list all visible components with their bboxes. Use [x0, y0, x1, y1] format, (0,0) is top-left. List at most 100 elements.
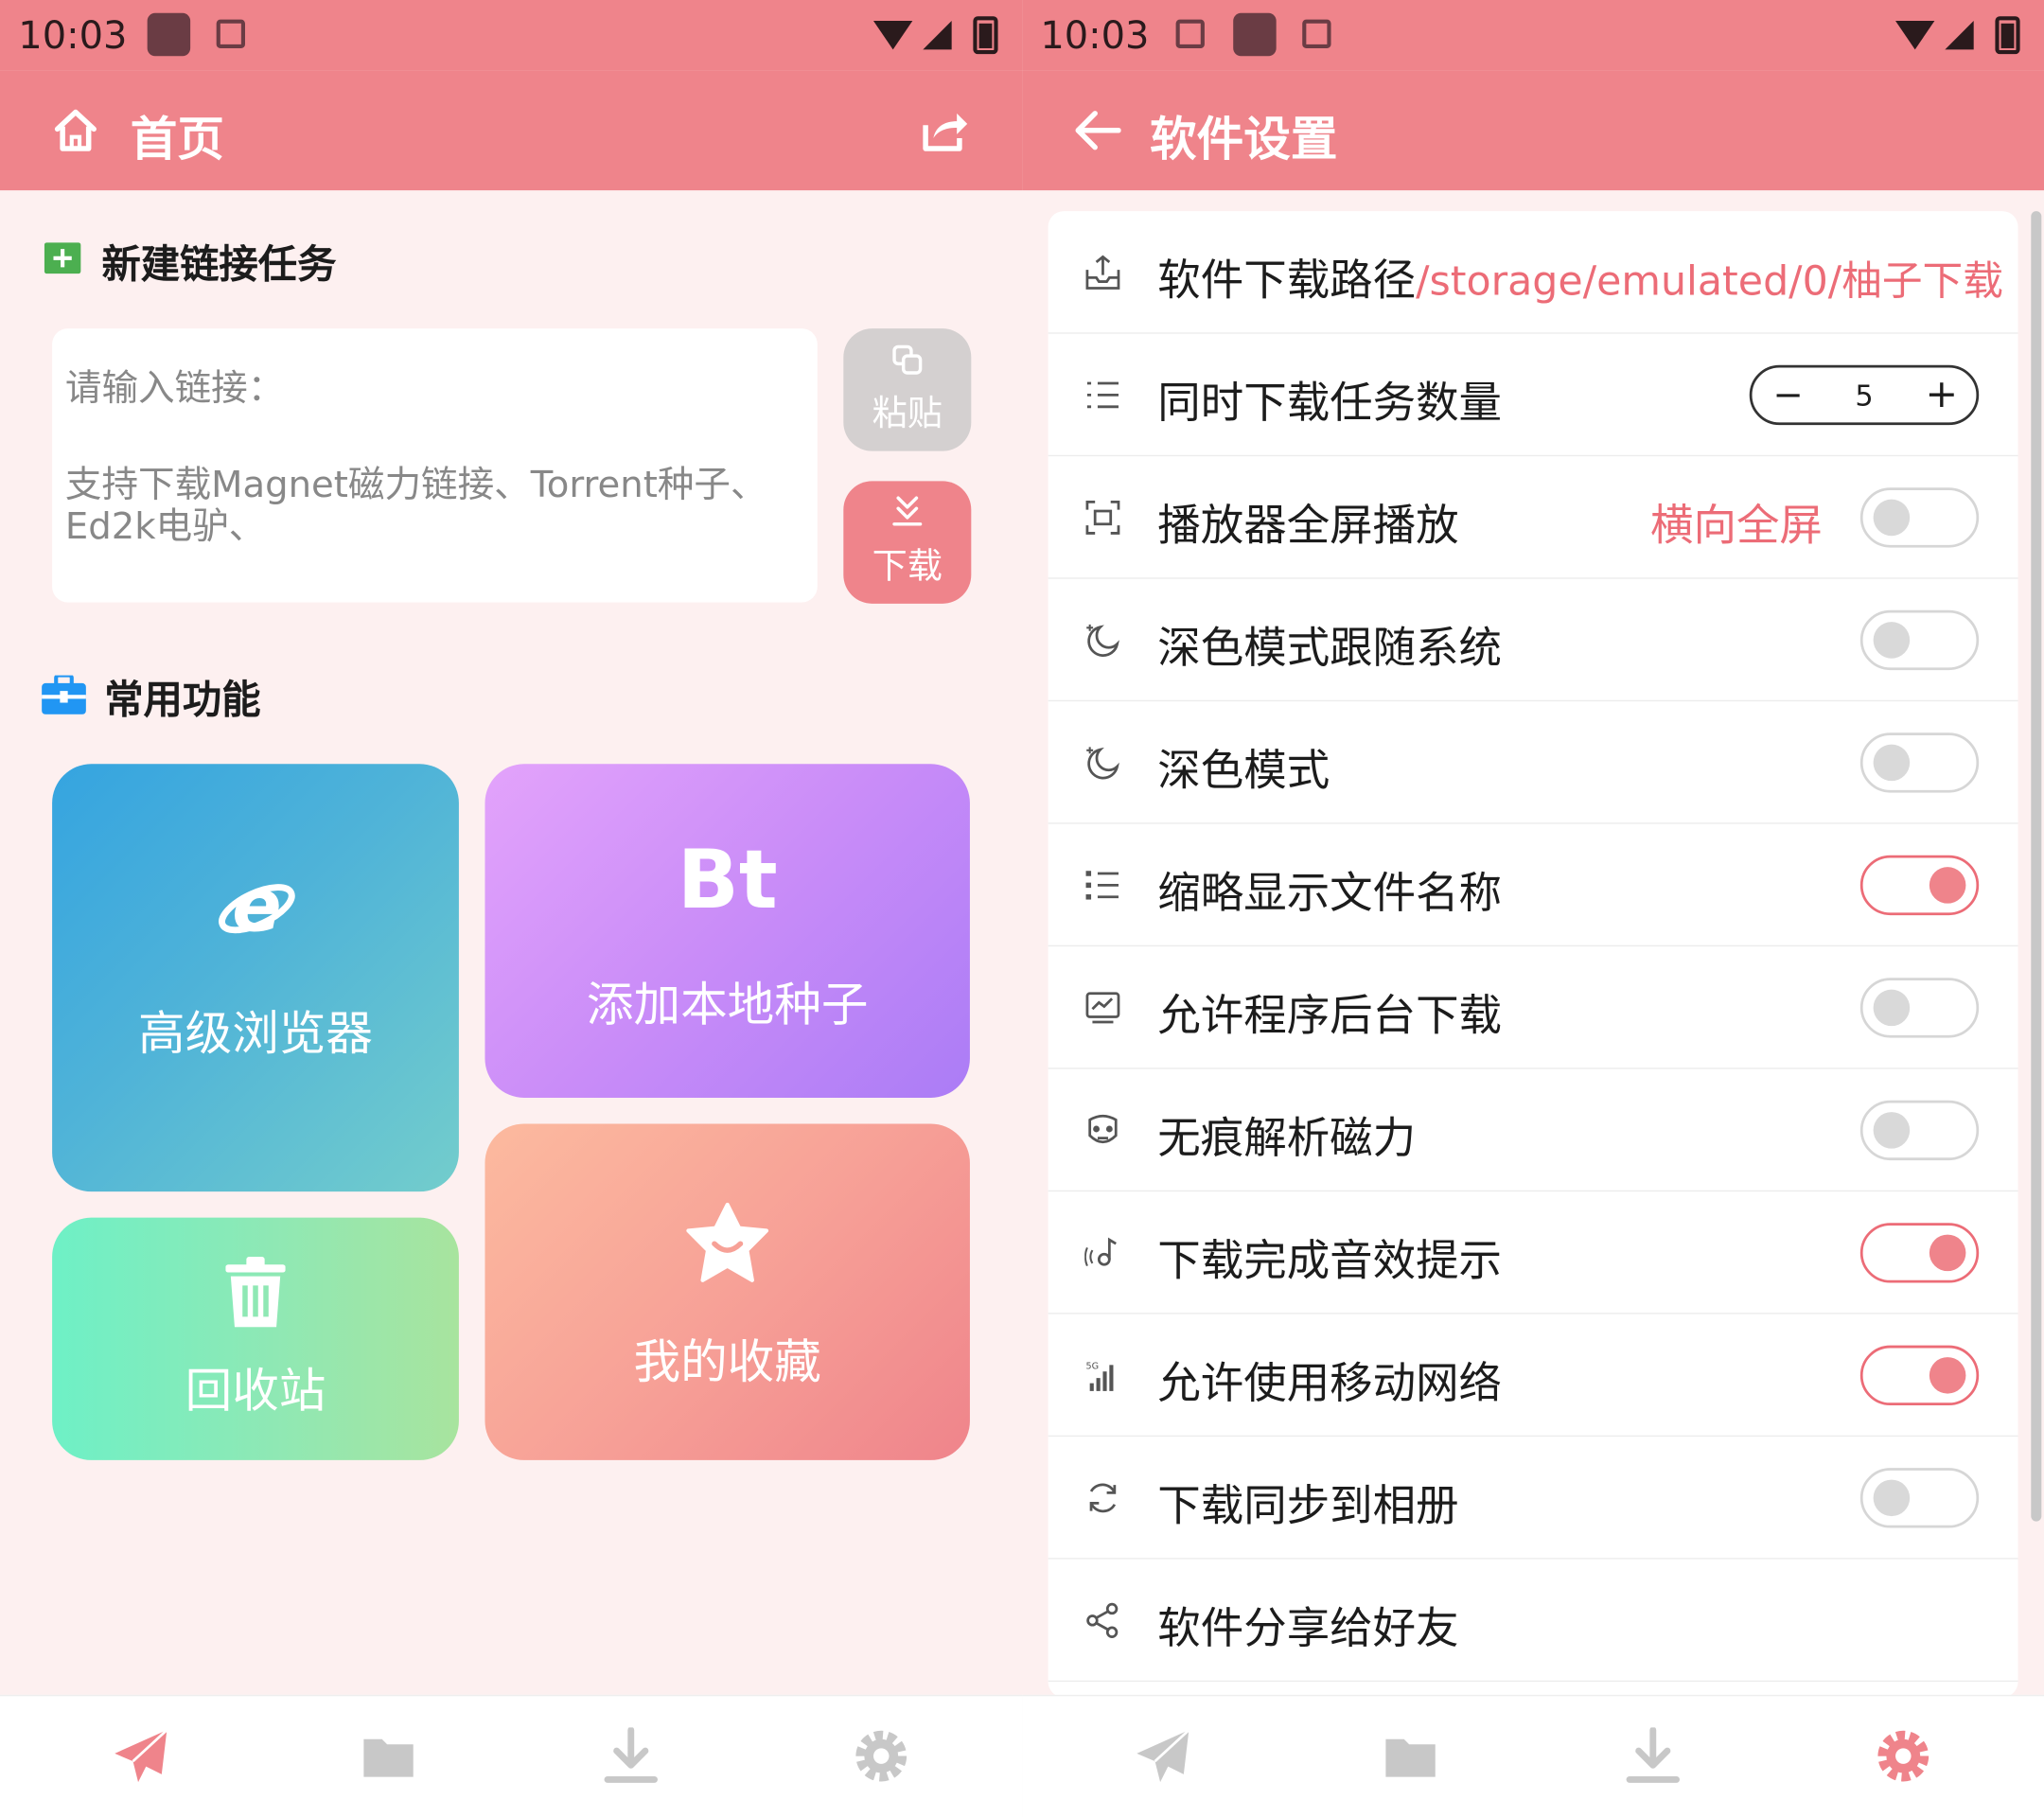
- concurrent-tasks-stepper: − 5 +: [1749, 364, 1980, 426]
- link-input[interactable]: 请输入链接： 支持下载Magnet磁力链接、Torrent种子、Ed2k电驴、: [52, 328, 818, 603]
- moon-icon: [1086, 624, 1119, 657]
- dark-mode-row: 深色模式: [1048, 701, 2018, 824]
- paste-label: 粘贴: [872, 394, 943, 434]
- paste-button[interactable]: 粘贴: [843, 328, 972, 451]
- short-filename-toggle[interactable]: [1859, 855, 1980, 916]
- notification-icon: [1233, 12, 1277, 57]
- background-download-toggle[interactable]: [1859, 978, 1980, 1038]
- toggle-knob: [1873, 499, 1911, 537]
- trash-icon: [225, 1257, 286, 1328]
- page-title: 首页: [130, 113, 224, 168]
- incognito-row: 无痕解析磁力: [1048, 1069, 2018, 1192]
- short-filename-label: 缩略显示文件名称: [1157, 867, 1502, 918]
- browser-icon: e: [219, 868, 295, 946]
- album-sync-row: 下载同步到相册: [1048, 1437, 2018, 1560]
- download-button[interactable]: 下载: [843, 481, 972, 604]
- star-icon: [686, 1202, 769, 1282]
- recycle-bin-tile[interactable]: 回收站: [52, 1217, 459, 1460]
- home-screen: 10:03 首页 新建链接任务 请输入链接： 支持下载Magnet磁力链接、To…: [0, 0, 1023, 1817]
- download-icon[interactable]: [1624, 1727, 1682, 1785]
- app-bar: 软件设置: [1022, 70, 2044, 191]
- app-bar: 首页: [0, 70, 1023, 191]
- dark-follow-system-toggle[interactable]: [1859, 609, 1980, 671]
- background-download-label: 允许程序后台下载: [1157, 989, 1502, 1041]
- keyboard-notification-icon: [216, 19, 245, 48]
- paste-icon: [892, 344, 923, 375]
- share-app-row[interactable]: 软件分享给好友: [1048, 1560, 2018, 1683]
- page-title: 软件设置: [1150, 113, 1338, 168]
- sound-row: 下载完成音效提示: [1048, 1191, 2018, 1314]
- fullscreen-row: 播放器全屏播放 横向全屏: [1048, 456, 2018, 579]
- status-bar: 10:03: [1022, 0, 2044, 71]
- album-sync-label: 下载同步到相册: [1157, 1479, 1459, 1531]
- toggle-knob: [1873, 1479, 1911, 1517]
- fullscreen-mode-value[interactable]: 横向全屏: [1650, 490, 1823, 553]
- scrollbar[interactable]: [2031, 211, 2042, 1522]
- share-nodes-icon: [1086, 1602, 1119, 1638]
- short-filename-row: 缩略显示文件名称: [1048, 824, 2018, 947]
- toolbox-icon: [42, 675, 86, 714]
- settings-icon[interactable]: [1875, 1727, 1932, 1785]
- download-label: 下载: [872, 546, 943, 587]
- status-bar: 10:03: [0, 0, 1023, 71]
- link-input-label: 请输入链接：: [64, 366, 285, 410]
- add-torrent-label: 添加本地种子: [586, 979, 869, 1033]
- download-folder-icon: [1085, 255, 1120, 290]
- incognito-toggle[interactable]: [1859, 1100, 1980, 1161]
- folder-icon[interactable]: [360, 1727, 417, 1785]
- increment-button[interactable]: +: [1926, 372, 1959, 417]
- toggle-knob: [1929, 1357, 1966, 1394]
- download-path-label: 软件下载路径: [1157, 254, 1417, 306]
- bottom-nav: [0, 1694, 1023, 1817]
- common-features-title: 常用功能: [104, 678, 261, 724]
- settings-screen: 10:03 软件设置 软件下载路径 /storage/emulated/0/柚子…: [1022, 0, 2044, 1817]
- link-input-hint: 支持下载Magnet磁力链接、Torrent种子、Ed2k电驴、: [64, 463, 767, 548]
- browser-tile[interactable]: e 高级浏览器: [52, 764, 459, 1192]
- download-path-value: /storage/emulated/0/柚子下载: [1416, 257, 2003, 306]
- favorites-label: 我的收藏: [633, 1336, 821, 1390]
- dark-follow-system-label: 深色模式跟随系统: [1157, 622, 1502, 673]
- share-icon[interactable]: [921, 107, 970, 154]
- sound-toggle[interactable]: [1859, 1223, 1980, 1283]
- add-task-icon: [44, 242, 81, 274]
- share-app-label: 软件分享给好友: [1157, 1602, 1459, 1653]
- bt-icon: Bt: [677, 831, 778, 927]
- concurrent-tasks-label: 同时下载任务数量: [1157, 377, 1502, 428]
- bullet-list-icon: [1085, 871, 1119, 900]
- sync-icon: [1089, 1483, 1117, 1513]
- toggle-knob: [1873, 622, 1911, 659]
- chart-monitor-icon: [1085, 992, 1120, 1024]
- download-path-row[interactable]: 软件下载路径 /storage/emulated/0/柚子下载: [1048, 211, 2018, 334]
- album-sync-toggle[interactable]: [1859, 1468, 1980, 1528]
- concurrent-tasks-row: 同时下载任务数量 − 5 +: [1048, 334, 2018, 457]
- dark-follow-system-row: 深色模式跟随系统: [1048, 579, 2018, 702]
- svg-text:e: e: [232, 868, 281, 946]
- browser-label: 高级浏览器: [138, 1007, 373, 1062]
- dark-mode-toggle[interactable]: [1859, 732, 1980, 793]
- add-torrent-tile[interactable]: Bt 添加本地种子: [485, 764, 970, 1098]
- toggle-knob: [1929, 867, 1966, 904]
- back-arrow-icon[interactable]: [1074, 110, 1121, 151]
- settings-list: 软件下载路径 /storage/emulated/0/柚子下载 同时下载任务数量…: [1048, 211, 2018, 1698]
- mobile-network-row: 5G 允许使用移动网络: [1048, 1314, 2018, 1438]
- background-download-row: 允许程序后台下载: [1048, 946, 2018, 1069]
- send-icon[interactable]: [112, 1727, 169, 1785]
- signal-battery-icon: [872, 16, 998, 55]
- recycle-bin-label: 回收站: [185, 1365, 326, 1419]
- incognito-label: 无痕解析磁力: [1157, 1112, 1417, 1163]
- download-arrow-icon: [892, 496, 923, 526]
- mobile-network-toggle[interactable]: [1859, 1345, 1980, 1406]
- send-icon[interactable]: [1135, 1727, 1192, 1785]
- download-icon[interactable]: [602, 1727, 660, 1785]
- notification-icon: [147, 12, 191, 57]
- settings-icon[interactable]: [853, 1727, 910, 1785]
- incognito-icon: [1088, 1114, 1118, 1144]
- fullscreen-toggle[interactable]: [1859, 487, 1980, 548]
- favorites-tile[interactable]: 我的收藏: [485, 1123, 970, 1460]
- moon-icon: [1086, 747, 1119, 780]
- status-time: 10:03: [1040, 12, 1150, 58]
- home-icon[interactable]: [52, 107, 99, 154]
- folder-icon[interactable]: [1382, 1727, 1439, 1785]
- keyboard-notification-icon: [1302, 19, 1331, 48]
- signal-battery-icon: [1895, 16, 2020, 55]
